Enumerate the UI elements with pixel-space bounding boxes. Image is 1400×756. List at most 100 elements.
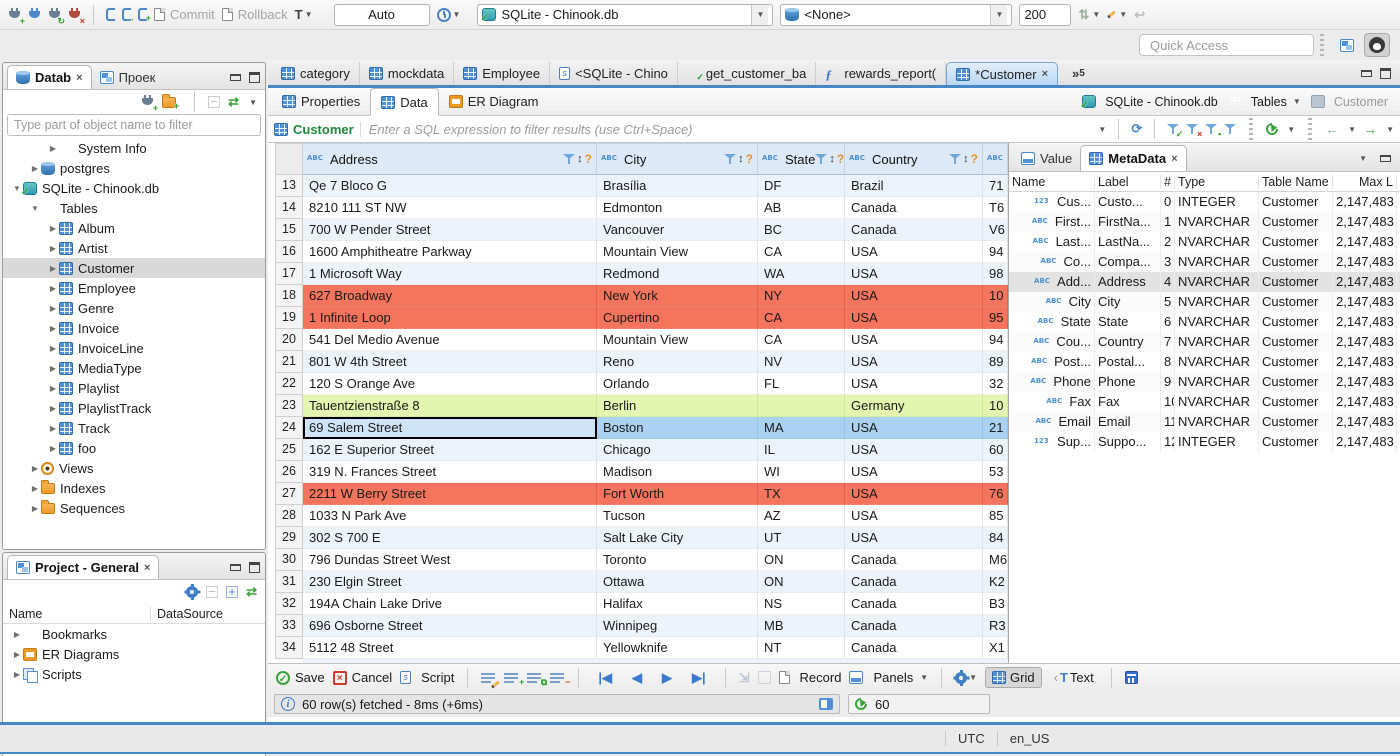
grid-cell[interactable]: 84 bbox=[983, 527, 1008, 549]
metadata-row[interactable]: Co... Compa...3NVARCHARCustomer2,147,483 bbox=[1009, 252, 1400, 272]
tree-item-employee[interactable]: ▶ Employee bbox=[3, 278, 265, 298]
grid-cell[interactable]: 2211 W Berry Street bbox=[303, 483, 597, 505]
grid-cell[interactable]: USA bbox=[845, 439, 983, 461]
filter-history-dropdown-icon[interactable]: ▼ bbox=[1098, 125, 1106, 134]
column-hint-icon[interactable]: ? bbox=[971, 152, 978, 166]
grid-cell[interactable] bbox=[758, 395, 845, 417]
row-number[interactable]: 18 bbox=[275, 285, 303, 307]
new-connection-icon[interactable]: + bbox=[8, 7, 25, 25]
metadata-row[interactable]: Post... Postal...8NVARCHARCustomer2,147,4… bbox=[1009, 352, 1400, 372]
minimize-icon[interactable] bbox=[229, 72, 242, 83]
grid-cell[interactable]: New York bbox=[597, 285, 758, 307]
grid-cell[interactable]: 98 bbox=[983, 263, 1008, 285]
edit-cell-icon[interactable] bbox=[481, 671, 501, 689]
grid-cell[interactable]: Yellowknife bbox=[597, 637, 758, 659]
active-schema-combo[interactable]: <None> ▼ bbox=[780, 3, 1013, 26]
tree-item-indexes[interactable]: ▶ Indexes bbox=[3, 478, 265, 498]
grid-cell[interactable]: 85 bbox=[983, 505, 1008, 527]
grid-cell[interactable]: Salt Lake City bbox=[597, 527, 758, 549]
sort-icon[interactable]: ↕ bbox=[577, 153, 583, 165]
grid-cell[interactable]: USA bbox=[845, 241, 983, 263]
editor-tab-rewards-report[interactable]: rewards_report( bbox=[816, 62, 947, 85]
row-number[interactable]: 17 bbox=[275, 263, 303, 285]
grid-cell[interactable]: Fort Worth bbox=[597, 483, 758, 505]
maximize-icon[interactable] bbox=[1379, 68, 1392, 79]
grid-cell[interactable]: 627 Broadway bbox=[303, 285, 597, 307]
auto-refresh-icon[interactable] bbox=[852, 695, 870, 713]
row-number[interactable]: 34 bbox=[275, 637, 303, 659]
grid-cell[interactable]: Qe 7 Bloco G bbox=[303, 175, 597, 197]
grid-cell[interactable]: 21 bbox=[983, 417, 1008, 439]
first-row-icon[interactable]: |◀ bbox=[592, 670, 618, 686]
grid-cell[interactable]: Canada bbox=[845, 571, 983, 593]
grid-cell[interactable]: NT bbox=[758, 637, 845, 659]
maximize-icon[interactable] bbox=[248, 561, 261, 573]
grid-cell[interactable]: 541 Del Medio Avenue bbox=[303, 329, 597, 351]
grid-cell[interactable]: Brasília bbox=[597, 175, 758, 197]
tab-project-general[interactable]: Project - General × bbox=[7, 555, 160, 579]
row-number[interactable]: 26 bbox=[275, 461, 303, 483]
transaction-history-button[interactable]: ▼ bbox=[436, 7, 460, 22]
grid-cell[interactable]: FL bbox=[758, 373, 845, 395]
grid-corner-cell[interactable] bbox=[275, 143, 303, 175]
metadata-row[interactable]: Last... LastNa...2NVARCHARCustomer2,147,4… bbox=[1009, 232, 1400, 252]
grid-cell[interactable]: 1 Microsoft Way bbox=[303, 263, 597, 285]
grid-cell[interactable]: Vancouver bbox=[597, 219, 758, 241]
row-number[interactable]: 16 bbox=[275, 241, 303, 263]
tree-item-invoiceline[interactable]: ▶ InvoiceLine bbox=[3, 338, 265, 358]
grid-cell[interactable]: WA bbox=[758, 263, 845, 285]
column-header-partial[interactable] bbox=[983, 143, 1008, 175]
add-row-icon[interactable]: + bbox=[504, 671, 524, 686]
grid-cell[interactable]: Reno bbox=[597, 351, 758, 373]
expand-arrow-icon[interactable]: ▶ bbox=[29, 164, 41, 173]
link-with-editor-icon[interactable]: ⇄ bbox=[246, 584, 257, 600]
grid-cell[interactable]: Canada bbox=[845, 219, 983, 241]
expand-arrow-icon[interactable]: ▶ bbox=[47, 344, 59, 353]
grid-cell[interactable]: 71 bbox=[983, 175, 1008, 197]
reconnect-icon[interactable]: ↻ bbox=[48, 7, 65, 25]
tab-metadata[interactable]: MetaData × bbox=[1080, 145, 1187, 171]
text-mode-button[interactable]: ‹ T Text bbox=[1050, 668, 1098, 687]
metadata-row[interactable]: First... FirstNa...1NVARCHARCustomer2,147… bbox=[1009, 212, 1400, 232]
back-dropdown-icon[interactable]: ▼ bbox=[1348, 125, 1356, 134]
project-item-er-diagrams[interactable]: ▶ ER Diagrams bbox=[3, 644, 265, 664]
grid-cell[interactable]: Canada bbox=[845, 549, 983, 571]
editor-tab-employee[interactable]: Employee bbox=[454, 62, 551, 85]
row-number[interactable]: 32 bbox=[275, 593, 303, 615]
grid-cell[interactable]: BC bbox=[758, 219, 845, 241]
tree-item-foo[interactable]: ▶ foo bbox=[3, 438, 265, 458]
open-perspective-icon[interactable] bbox=[1334, 33, 1360, 57]
last-row-icon[interactable]: ▶| bbox=[686, 670, 712, 686]
transaction-filter-button[interactable]: T ▼ bbox=[295, 7, 313, 22]
view-menu-icon[interactable]: ▼ bbox=[1359, 154, 1367, 163]
sql-filter-input[interactable]: Enter a SQL expression to filter results… bbox=[361, 122, 1097, 137]
metadata-row[interactable]: PhonePhone9NVARCHARCustomer2,147,483 bbox=[1009, 372, 1400, 392]
column-filter-icon[interactable] bbox=[724, 153, 737, 165]
tree-item-invoice[interactable]: ▶ Invoice bbox=[3, 318, 265, 338]
grid-cell[interactable]: USA bbox=[845, 483, 983, 505]
grid-cell[interactable]: M6 bbox=[983, 549, 1008, 571]
tab-data[interactable]: Data bbox=[370, 88, 439, 116]
row-number[interactable]: 30 bbox=[275, 549, 303, 571]
row-number[interactable]: 20 bbox=[275, 329, 303, 351]
grid-cell[interactable]: Halifax bbox=[597, 593, 758, 615]
grid-cell[interactable]: 60 bbox=[983, 439, 1008, 461]
minimize-icon[interactable] bbox=[1379, 153, 1392, 164]
cancel-button[interactable]: × Cancel bbox=[332, 670, 392, 685]
expand-arrow-icon[interactable]: ▶ bbox=[29, 464, 41, 473]
tab-database-navigator[interactable]: Datab × bbox=[7, 65, 92, 89]
column-header-address[interactable]: Address ↕? bbox=[303, 143, 597, 175]
expand-arrow-icon[interactable]: ▶ bbox=[47, 224, 59, 233]
breadcrumb-container[interactable]: Tables bbox=[1251, 95, 1287, 109]
grid-cell[interactable]: Berlin bbox=[597, 395, 758, 417]
new-folder-icon[interactable]: + bbox=[162, 94, 179, 111]
editor-tab-get-customer-ba[interactable]: get_customer_ba bbox=[678, 62, 817, 85]
meta-column-max-l[interactable]: Max L bbox=[1333, 174, 1397, 189]
maximize-icon[interactable] bbox=[248, 71, 261, 83]
apply-filter-icon[interactable]: ✓ bbox=[1167, 123, 1183, 139]
close-icon[interactable]: × bbox=[144, 562, 150, 574]
sort-icon[interactable]: ↕ bbox=[829, 153, 835, 165]
settings-button[interactable]: ▼ bbox=[955, 669, 977, 684]
grid-cell[interactable]: Chicago bbox=[597, 439, 758, 461]
grid-cell[interactable]: T6 bbox=[983, 197, 1008, 219]
